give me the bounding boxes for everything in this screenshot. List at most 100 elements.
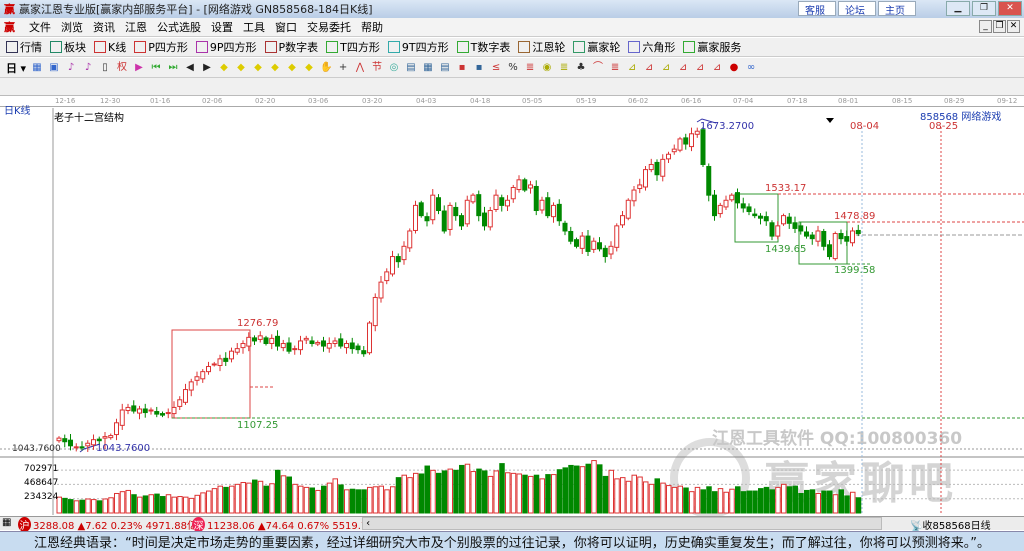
toolbar-t-square[interactable]: T四方形 (326, 39, 380, 55)
color-icon[interactable]: ▶ (133, 62, 145, 74)
minimize-button[interactable]: ▁ (946, 1, 970, 16)
pitch-icon[interactable]: ♣ (575, 62, 587, 74)
angle5-icon[interactable]: ⊿ (694, 62, 706, 74)
title-bar: 赢 赢家江恩专业版[赢家内部服务平台] - [网络游戏 GN858568-184… (0, 0, 1024, 18)
mdi-minimize-button[interactable]: _ (979, 20, 992, 33)
golden-icon[interactable]: ≣ (558, 62, 570, 74)
rights-icon[interactable]: 权 (116, 62, 128, 74)
candle-body (694, 130, 700, 135)
horizontal-scrollbar[interactable]: ‹ (362, 517, 882, 530)
hand-icon[interactable]: ✋ (320, 62, 332, 74)
volume-bar (832, 494, 839, 514)
toolbar-p-number[interactable]: P数字表 (264, 39, 318, 55)
save-icon[interactable]: ▪ (456, 62, 468, 74)
toolbar-9p-square[interactable]: 9P四方形 (195, 39, 257, 55)
toolbar-hexagon[interactable]: 六角形 (628, 39, 675, 55)
angle3-icon[interactable]: ⊿ (660, 62, 672, 74)
gold-icon[interactable]: ◉ (541, 62, 553, 74)
right-icon[interactable]: ▶ (201, 62, 213, 74)
bar-type-icon[interactable]: ▯ (99, 62, 111, 74)
indicator2-icon[interactable]: ♪ (82, 62, 94, 74)
info-icon[interactable]: ▣ (48, 62, 60, 74)
toolbar-quotes[interactable]: 行情 (6, 39, 42, 55)
volume-tick: 702971 (24, 464, 59, 474)
volume-bar (746, 490, 752, 514)
angle1-icon[interactable]: ⊿ (626, 62, 638, 74)
zoom3-icon[interactable]: ◆ (252, 62, 264, 74)
link-service[interactable]: 客服 (798, 1, 836, 17)
fan-icon[interactable]: ≤ (490, 62, 502, 74)
menu-file[interactable]: 文件 (29, 19, 51, 35)
level-label: 1399.58 (834, 265, 876, 276)
volume-bar (418, 473, 425, 514)
volume-bar (786, 486, 793, 514)
pct-icon[interactable]: % (507, 62, 519, 74)
toolbar-gann-wheel[interactable]: 江恩轮 (518, 39, 565, 55)
print-icon[interactable]: ▪ (473, 62, 485, 74)
menu-window[interactable]: 窗口 (275, 19, 297, 35)
candle-body (476, 194, 482, 217)
toolbar-dollar[interactable]: 赢家服务 (683, 39, 741, 55)
cycle-icon[interactable]: ∞ (745, 62, 757, 74)
toolbar-9t-square[interactable]: 9T四方形 (387, 39, 449, 55)
crosshair-icon[interactable]: + (337, 62, 349, 74)
magnify-icon[interactable]: ◎ (388, 62, 400, 74)
mdi-restore-button[interactable]: ❐ (993, 20, 1006, 33)
left-icon[interactable]: ◀ (184, 62, 196, 74)
angle4-icon[interactable]: ⊿ (677, 62, 689, 74)
zoom4-icon[interactable]: ◆ (269, 62, 281, 74)
toolbar-sector[interactable]: 板块 (50, 39, 86, 55)
angle6-icon[interactable]: ⊿ (711, 62, 723, 74)
doc-icon[interactable]: ▤ (439, 62, 451, 74)
volume-bar (643, 481, 649, 514)
candle-body (533, 185, 539, 212)
menu-browse[interactable]: 浏览 (61, 19, 83, 35)
menu-help[interactable]: 帮助 (361, 19, 383, 35)
calculator-icon[interactable]: ▦ (422, 62, 434, 74)
restore-button[interactable]: ❐ (972, 1, 996, 16)
candle-body (758, 215, 763, 219)
period-select[interactable]: 日 ▾ (6, 60, 26, 76)
menu-news[interactable]: 资讯 (93, 19, 115, 35)
toolbar-kline[interactable]: K线 (94, 39, 126, 55)
chart-type-icon[interactable]: ▦ (31, 62, 43, 74)
menu-gann[interactable]: 江恩 (125, 19, 147, 35)
calendar-icon[interactable]: ▤ (405, 62, 417, 74)
candle-body (102, 436, 108, 439)
kline-chart[interactable] (0, 107, 1024, 516)
volume-bar (798, 492, 804, 514)
volume-bar (562, 467, 568, 514)
last-icon[interactable]: ⏭ (167, 62, 179, 74)
menu-settings[interactable]: 设置 (211, 19, 233, 35)
angle2-icon[interactable]: ⊿ (643, 62, 655, 74)
candle-body (326, 343, 332, 349)
volume-bar (355, 489, 361, 514)
candle-body (338, 338, 344, 347)
toolbar-winner-wheel[interactable]: 赢家轮 (573, 39, 620, 55)
zoom2-icon[interactable]: ◆ (235, 62, 247, 74)
volume-bar (723, 491, 729, 514)
toolbar-p-square[interactable]: P四方形 (134, 39, 188, 55)
close-button[interactable]: ✕ (998, 1, 1022, 16)
mdi-close-button[interactable]: ✕ (1007, 20, 1020, 33)
volume-bar (280, 475, 287, 514)
arc-icon[interactable]: ⌒ (592, 62, 604, 74)
link-home[interactable]: 主页 (878, 1, 916, 17)
calculator-icon[interactable]: ▦ (2, 517, 11, 528)
zoom6-icon[interactable]: ◆ (303, 62, 315, 74)
volume-bar (729, 488, 735, 514)
indicator-icon[interactable]: ♪ (65, 62, 77, 74)
zoom1-icon[interactable]: ◆ (218, 62, 230, 74)
box-icon[interactable]: ≣ (609, 62, 621, 74)
line-icon[interactable]: ⋀ (354, 62, 366, 74)
text-icon[interactable]: 节 (371, 62, 383, 74)
menu-formula[interactable]: 公式选股 (157, 19, 201, 35)
first-icon[interactable]: ⏮ (150, 62, 162, 74)
zoom5-icon[interactable]: ◆ (286, 62, 298, 74)
menu-tools[interactable]: 工具 (243, 19, 265, 35)
yinyang-icon[interactable]: ● (728, 62, 740, 74)
link-forum[interactable]: 论坛 (838, 1, 876, 17)
gann-line-icon[interactable]: ≣ (524, 62, 536, 74)
toolbar-t-number[interactable]: T数字表 (456, 39, 510, 55)
menu-trade[interactable]: 交易委托 (307, 19, 351, 35)
